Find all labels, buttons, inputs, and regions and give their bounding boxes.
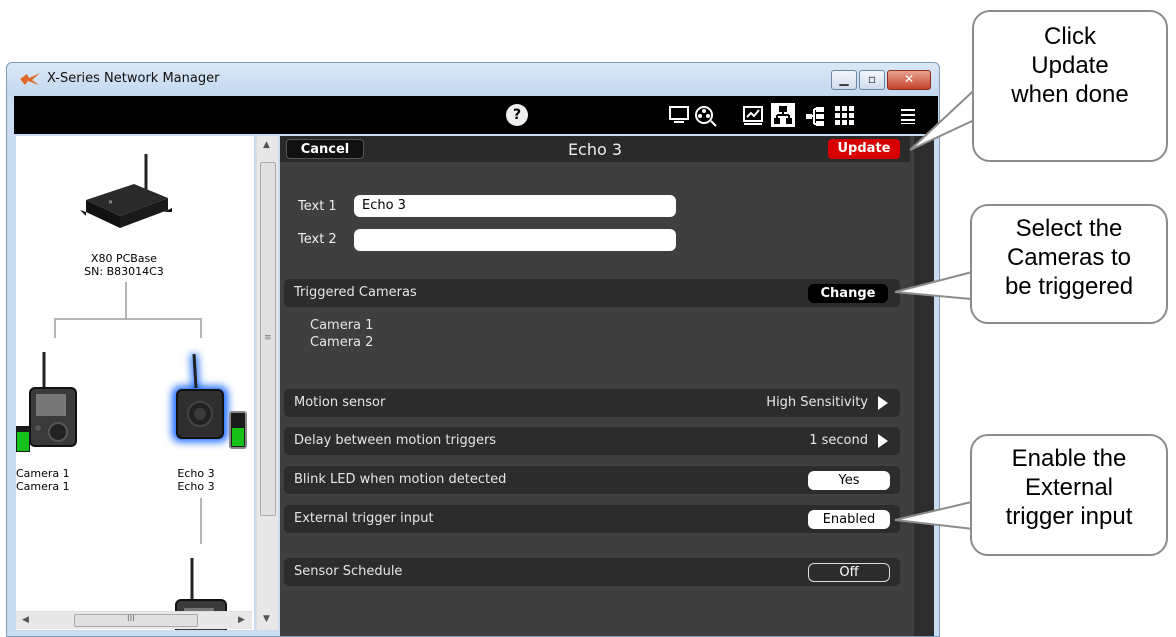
callout-text: when done: [1011, 81, 1129, 108]
callout-cameras: Select the Cameras to be triggered: [970, 204, 1168, 324]
callout-text: Enable the: [1011, 445, 1127, 472]
callout-text: be triggered: [1004, 273, 1134, 300]
callout-update: Click Update when done: [972, 10, 1168, 162]
callout-text: Cameras to: [1006, 244, 1132, 271]
callout-text: Update: [1031, 52, 1109, 79]
callout-text: Click: [1044, 23, 1096, 50]
callout-text: trigger input: [1005, 503, 1133, 530]
callout-external-trigger: Enable the External trigger input: [970, 434, 1168, 556]
callout-text: Select the: [1015, 215, 1123, 242]
callout-text: External: [1024, 474, 1114, 501]
